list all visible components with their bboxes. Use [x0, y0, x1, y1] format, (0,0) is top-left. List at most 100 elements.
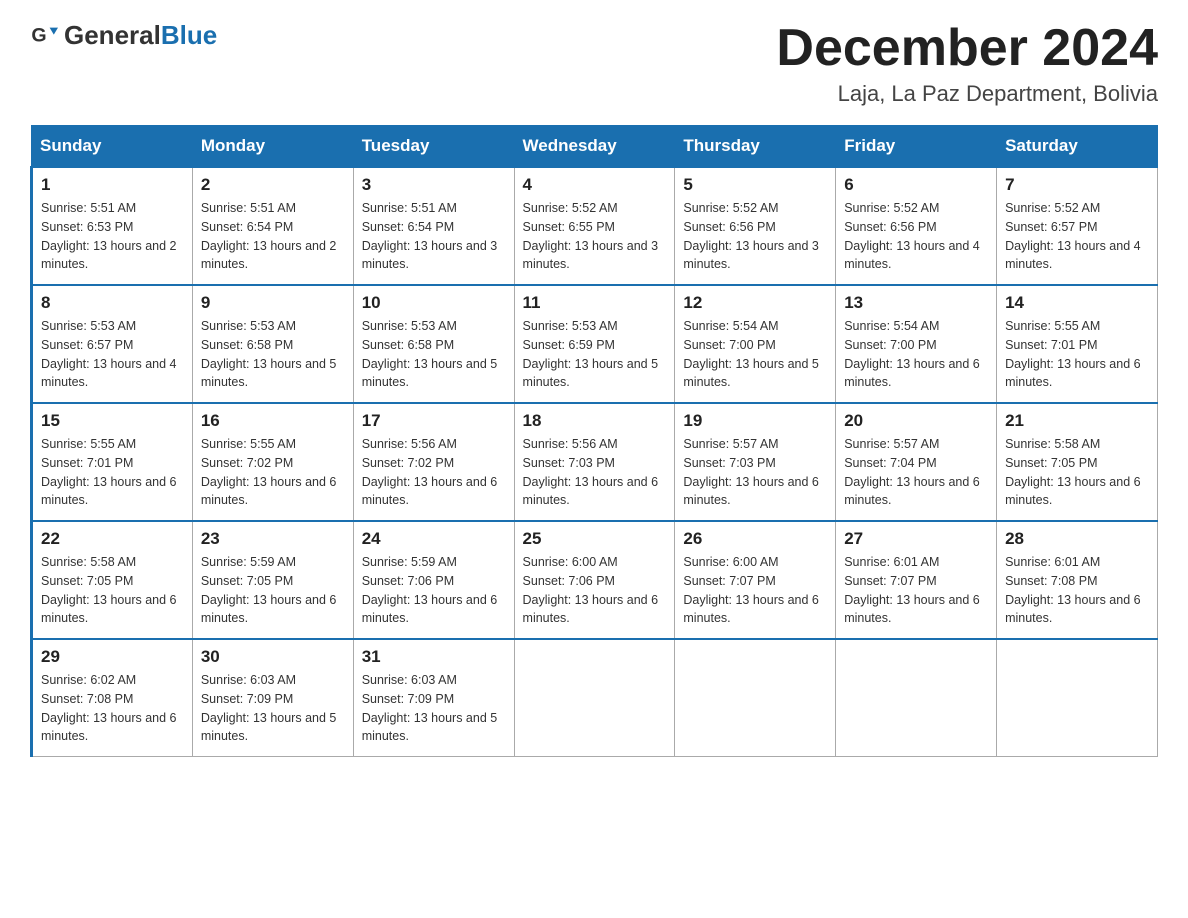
calendar-day-cell: 13 Sunrise: 5:54 AMSunset: 7:00 PMDayligh… — [836, 285, 997, 403]
day-number: 31 — [362, 647, 506, 667]
day-info: Sunrise: 5:59 AMSunset: 7:05 PMDaylight:… — [201, 553, 345, 628]
calendar-week-row: 1 Sunrise: 5:51 AMSunset: 6:53 PMDaylight… — [32, 167, 1158, 285]
day-number: 17 — [362, 411, 506, 431]
day-number: 19 — [683, 411, 827, 431]
day-number: 28 — [1005, 529, 1149, 549]
day-number: 5 — [683, 175, 827, 195]
calendar-day-cell: 9 Sunrise: 5:53 AMSunset: 6:58 PMDaylight… — [192, 285, 353, 403]
calendar-week-row: 15Sunrise: 5:55 AMSunset: 7:01 PMDayligh… — [32, 403, 1158, 521]
calendar-day-cell — [836, 639, 997, 757]
calendar-day-cell: 7 Sunrise: 5:52 AMSunset: 6:57 PMDaylight… — [997, 167, 1158, 285]
calendar-day-cell: 28 Sunrise: 6:01 AMSunset: 7:08 PMDayligh… — [997, 521, 1158, 639]
logo: G GeneralBlue — [30, 20, 217, 51]
day-info: Sunrise: 6:01 AMSunset: 7:08 PMDaylight:… — [1005, 553, 1149, 628]
day-number: 25 — [523, 529, 667, 549]
day-number: 2 — [201, 175, 345, 195]
day-info: Sunrise: 5:58 AMSunset: 7:05 PMDaylight:… — [41, 553, 184, 628]
calendar-day-cell — [997, 639, 1158, 757]
calendar-week-row: 8 Sunrise: 5:53 AMSunset: 6:57 PMDaylight… — [32, 285, 1158, 403]
day-number: 20 — [844, 411, 988, 431]
day-number: 18 — [523, 411, 667, 431]
calendar-day-cell: 5Sunrise: 5:52 AMSunset: 6:56 PMDaylight… — [675, 167, 836, 285]
day-info: Sunrise: 5:54 AMSunset: 7:00 PMDaylight:… — [683, 317, 827, 392]
calendar-day-cell — [675, 639, 836, 757]
day-info: Sunrise: 5:52 AMSunset: 6:56 PMDaylight:… — [844, 199, 988, 274]
day-info: Sunrise: 5:57 AMSunset: 7:04 PMDaylight:… — [844, 435, 988, 510]
day-number: 13 — [844, 293, 988, 313]
day-number: 8 — [41, 293, 184, 313]
calendar-day-cell: 25 Sunrise: 6:00 AMSunset: 7:06 PMDayligh… — [514, 521, 675, 639]
day-info: Sunrise: 5:52 AMSunset: 6:55 PMDaylight:… — [523, 199, 667, 274]
header-monday: Monday — [192, 126, 353, 168]
day-info: Sunrise: 5:51 AMSunset: 6:54 PMDaylight:… — [201, 199, 345, 274]
header-tuesday: Tuesday — [353, 126, 514, 168]
calendar-day-cell — [514, 639, 675, 757]
day-number: 16 — [201, 411, 345, 431]
calendar-table: SundayMondayTuesdayWednesdayThursdayFrid… — [30, 125, 1158, 757]
calendar-day-cell: 30 Sunrise: 6:03 AMSunset: 7:09 PMDayligh… — [192, 639, 353, 757]
day-number: 14 — [1005, 293, 1149, 313]
calendar-day-cell: 15Sunrise: 5:55 AMSunset: 7:01 PMDayligh… — [32, 403, 193, 521]
calendar-day-cell: 12 Sunrise: 5:54 AMSunset: 7:00 PMDayligh… — [675, 285, 836, 403]
calendar-day-cell: 21 Sunrise: 5:58 AMSunset: 7:05 PMDayligh… — [997, 403, 1158, 521]
day-info: Sunrise: 6:03 AMSunset: 7:09 PMDaylight:… — [201, 671, 345, 746]
day-number: 9 — [201, 293, 345, 313]
calendar-day-cell: 6 Sunrise: 5:52 AMSunset: 6:56 PMDaylight… — [836, 167, 997, 285]
day-info: Sunrise: 5:53 AMSunset: 6:57 PMDaylight:… — [41, 317, 184, 392]
title-block: December 2024 Laja, La Paz Department, B… — [776, 20, 1158, 107]
day-number: 27 — [844, 529, 988, 549]
calendar-day-cell: 16 Sunrise: 5:55 AMSunset: 7:02 PMDayligh… — [192, 403, 353, 521]
day-info: Sunrise: 6:01 AMSunset: 7:07 PMDaylight:… — [844, 553, 988, 628]
calendar-day-cell: 11Sunrise: 5:53 AMSunset: 6:59 PMDayligh… — [514, 285, 675, 403]
day-info: Sunrise: 5:56 AMSunset: 7:02 PMDaylight:… — [362, 435, 506, 510]
day-info: Sunrise: 5:52 AMSunset: 6:57 PMDaylight:… — [1005, 199, 1149, 274]
calendar-day-cell: 22 Sunrise: 5:58 AMSunset: 7:05 PMDayligh… — [32, 521, 193, 639]
day-info: Sunrise: 5:55 AMSunset: 7:01 PMDaylight:… — [1005, 317, 1149, 392]
logo-text-general: General — [64, 20, 161, 50]
logo-text-blue: Blue — [161, 20, 217, 50]
day-info: Sunrise: 5:58 AMSunset: 7:05 PMDaylight:… — [1005, 435, 1149, 510]
day-info: Sunrise: 6:00 AMSunset: 7:06 PMDaylight:… — [523, 553, 667, 628]
page-header: G GeneralBlue December 2024 Laja, La Paz… — [30, 20, 1158, 107]
day-number: 11 — [523, 293, 667, 313]
day-info: Sunrise: 5:54 AMSunset: 7:00 PMDaylight:… — [844, 317, 988, 392]
day-info: Sunrise: 5:55 AMSunset: 7:02 PMDaylight:… — [201, 435, 345, 510]
day-number: 3 — [362, 175, 506, 195]
day-number: 4 — [523, 175, 667, 195]
day-info: Sunrise: 5:59 AMSunset: 7:06 PMDaylight:… — [362, 553, 506, 628]
day-number: 6 — [844, 175, 988, 195]
calendar-header-row: SundayMondayTuesdayWednesdayThursdayFrid… — [32, 126, 1158, 168]
calendar-day-cell: 1 Sunrise: 5:51 AMSunset: 6:53 PMDaylight… — [32, 167, 193, 285]
header-saturday: Saturday — [997, 126, 1158, 168]
calendar-day-cell: 27 Sunrise: 6:01 AMSunset: 7:07 PMDayligh… — [836, 521, 997, 639]
calendar-day-cell: 17 Sunrise: 5:56 AMSunset: 7:02 PMDayligh… — [353, 403, 514, 521]
calendar-day-cell: 3Sunrise: 5:51 AMSunset: 6:54 PMDaylight… — [353, 167, 514, 285]
day-info: Sunrise: 6:03 AMSunset: 7:09 PMDaylight:… — [362, 671, 506, 746]
day-number: 24 — [362, 529, 506, 549]
day-info: Sunrise: 5:51 AMSunset: 6:53 PMDaylight:… — [41, 199, 184, 274]
header-thursday: Thursday — [675, 126, 836, 168]
header-wednesday: Wednesday — [514, 126, 675, 168]
calendar-day-cell: 10Sunrise: 5:53 AMSunset: 6:58 PMDayligh… — [353, 285, 514, 403]
header-friday: Friday — [836, 126, 997, 168]
calendar-day-cell: 26 Sunrise: 6:00 AMSunset: 7:07 PMDayligh… — [675, 521, 836, 639]
day-info: Sunrise: 6:00 AMSunset: 7:07 PMDaylight:… — [683, 553, 827, 628]
calendar-week-row: 29Sunrise: 6:02 AMSunset: 7:08 PMDayligh… — [32, 639, 1158, 757]
logo-icon: G — [30, 22, 58, 50]
day-number: 12 — [683, 293, 827, 313]
day-number: 10 — [362, 293, 506, 313]
calendar-day-cell: 31 Sunrise: 6:03 AMSunset: 7:09 PMDayligh… — [353, 639, 514, 757]
day-number: 30 — [201, 647, 345, 667]
day-info: Sunrise: 5:55 AMSunset: 7:01 PMDaylight:… — [41, 435, 184, 510]
day-number: 1 — [41, 175, 184, 195]
svg-text:G: G — [31, 24, 46, 46]
day-number: 7 — [1005, 175, 1149, 195]
calendar-day-cell: 24 Sunrise: 5:59 AMSunset: 7:06 PMDayligh… — [353, 521, 514, 639]
day-number: 26 — [683, 529, 827, 549]
day-info: Sunrise: 5:56 AMSunset: 7:03 PMDaylight:… — [523, 435, 667, 510]
day-number: 21 — [1005, 411, 1149, 431]
calendar-week-row: 22 Sunrise: 5:58 AMSunset: 7:05 PMDayligh… — [32, 521, 1158, 639]
day-info: Sunrise: 5:53 AMSunset: 6:58 PMDaylight:… — [201, 317, 345, 392]
day-number: 22 — [41, 529, 184, 549]
calendar-day-cell: 18 Sunrise: 5:56 AMSunset: 7:03 PMDayligh… — [514, 403, 675, 521]
